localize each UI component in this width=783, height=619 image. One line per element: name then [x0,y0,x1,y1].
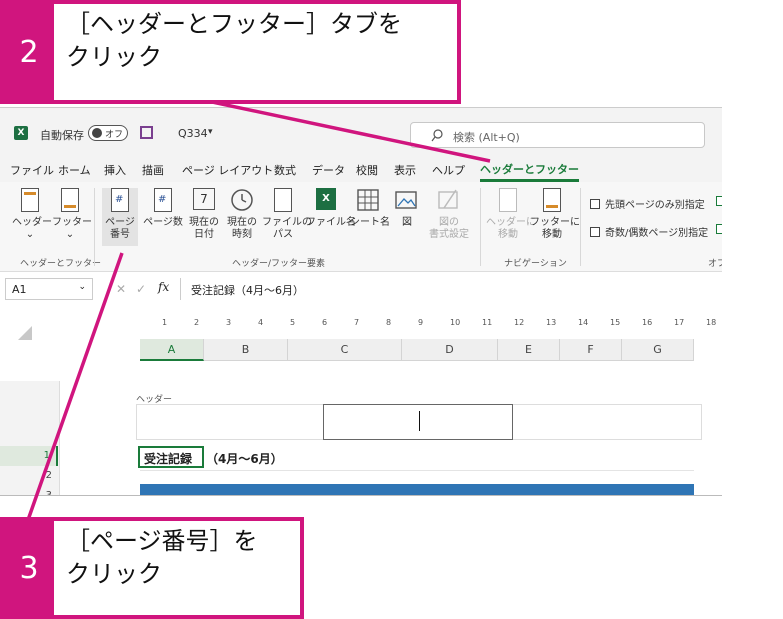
callout-step-2: 2 ［ヘッダーとフッター］タブを クリック [0,0,461,104]
step-number: 3 [4,521,54,615]
callout-step-3: 3 ［ページ番号］を クリック [0,517,304,619]
callout-text: ［ページ番号］を クリック [66,525,258,591]
callout-line-2: クリック [66,560,162,588]
callout-text: ［ヘッダーとフッター］タブを クリック [66,8,402,74]
connector-line-3 [26,252,124,521]
step-number: 2 [4,4,54,100]
callout-line-1: ［ヘッダーとフッター］タブを [66,10,402,38]
callout-line-2: クリック [66,43,162,71]
callout-line-1: ［ページ番号］を [66,527,258,555]
